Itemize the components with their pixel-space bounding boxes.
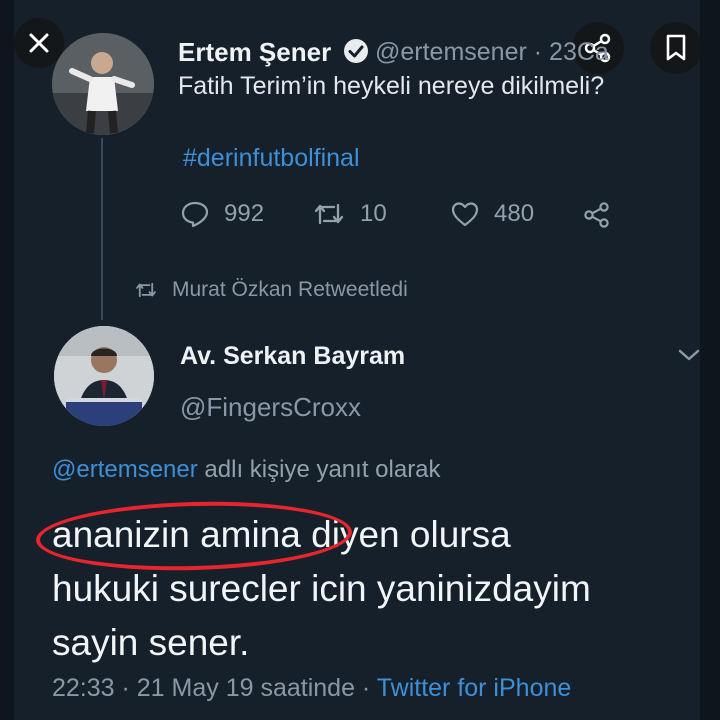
thread-line bbox=[101, 138, 103, 320]
hashtag-link[interactable]: #derinfutbolfinal bbox=[183, 144, 360, 173]
right-edge bbox=[700, 0, 720, 720]
close-icon bbox=[29, 33, 49, 53]
reply-context-text: adlı kişiye yanıt olarak bbox=[197, 456, 441, 483]
like-count: 480 bbox=[494, 200, 535, 227]
reply-icon bbox=[181, 201, 209, 228]
left-edge bbox=[0, 0, 14, 720]
avatar-photo bbox=[52, 33, 154, 135]
tweet-text: Fatih Terim’in heykeli nereye dikilmeli? bbox=[178, 72, 605, 100]
author-handle[interactable]: @ertemsener · 23Ca bbox=[375, 38, 609, 67]
retweet-icon bbox=[136, 282, 156, 298]
author-name[interactable]: Av. Serkan Bayram bbox=[180, 342, 405, 371]
tweet-meta: 22:33 · 21 May 19 saatinde · Twitter for… bbox=[52, 674, 571, 703]
like-button[interactable]: 480 bbox=[450, 200, 534, 228]
tweet-line: sayin sener. bbox=[52, 622, 250, 663]
reply-context: @ertemsener adlı kişiye yanıt olarak bbox=[52, 456, 441, 484]
retweet-icon bbox=[314, 203, 344, 225]
chevron-down-icon[interactable] bbox=[676, 346, 702, 364]
tweet-timestamp: 22:33 · 21 May 19 saatinde · bbox=[52, 674, 377, 702]
bookmark-button[interactable] bbox=[650, 22, 702, 74]
retweet-banner[interactable]: Murat Özkan Retweetledi bbox=[134, 278, 408, 302]
author-name[interactable]: Ertem Şener bbox=[178, 37, 331, 68]
avatar-photo bbox=[54, 326, 154, 426]
share-tweet-button[interactable] bbox=[582, 200, 612, 230]
reply-to-link[interactable]: @ertemsener bbox=[52, 456, 198, 483]
reply-button[interactable]: 992 bbox=[180, 200, 264, 228]
heart-icon bbox=[451, 202, 479, 227]
tweet-source-link[interactable]: Twitter for iPhone bbox=[377, 674, 572, 702]
avatar[interactable] bbox=[52, 33, 154, 135]
bookmark-icon bbox=[666, 34, 686, 61]
reply-count: 992 bbox=[224, 200, 265, 227]
retweet-count: 10 bbox=[360, 200, 387, 227]
tweet-line: hukuki surecler icin yaninizdayim bbox=[52, 568, 591, 609]
avatar[interactable] bbox=[54, 326, 154, 426]
retweet-banner-text: Murat Özkan Retweetledi bbox=[172, 278, 408, 301]
retweet-button[interactable]: 10 bbox=[312, 200, 387, 228]
author-handle[interactable]: @FingersCroxx bbox=[180, 392, 361, 423]
verified-badge-icon bbox=[344, 39, 368, 63]
share-icon bbox=[584, 202, 609, 228]
